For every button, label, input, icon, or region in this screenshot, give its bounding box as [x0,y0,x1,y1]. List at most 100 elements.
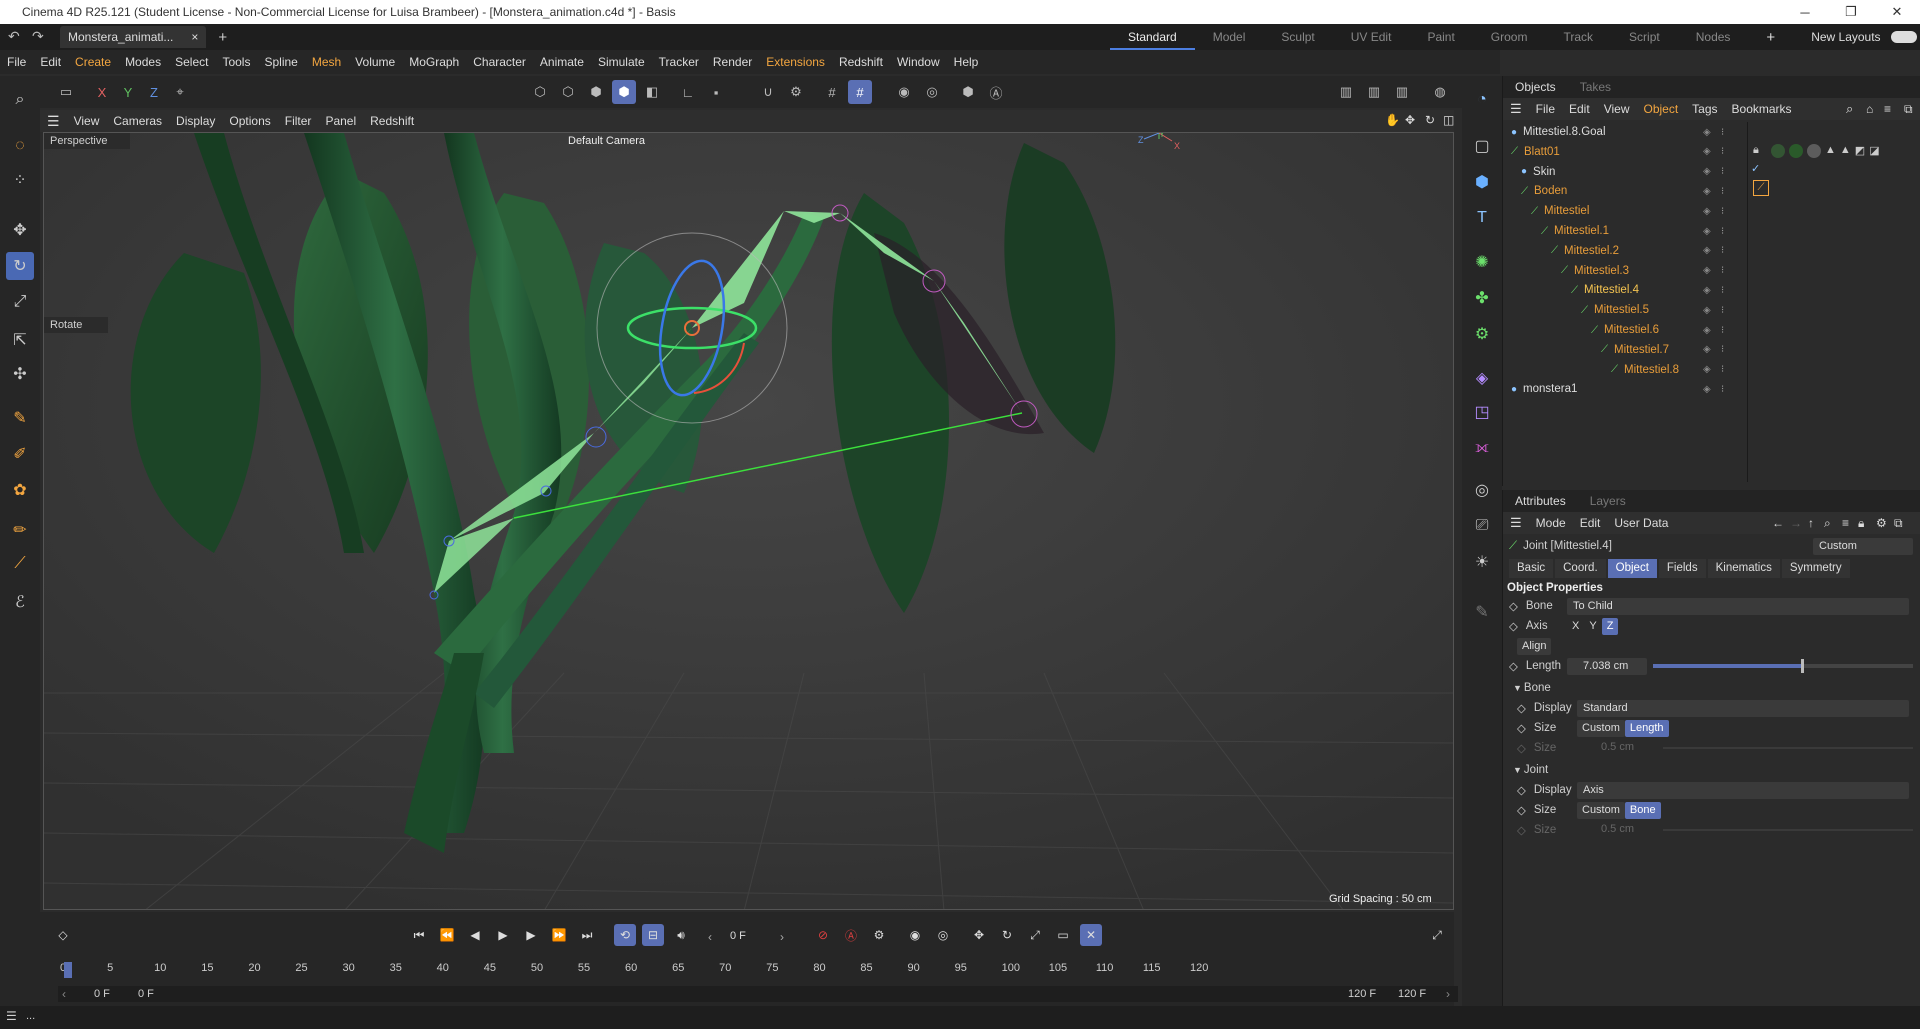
new-layouts-button[interactable]: New Layouts [1793,30,1898,44]
material-tag-icon[interactable] [1771,144,1785,158]
objects-search-icon[interactable]: ⌕ [1839,101,1860,117]
clapper-icon[interactable]: ▭ [54,80,78,104]
snap-tools-icon[interactable]: ✣ [6,360,34,388]
joint-group-heading[interactable]: Joint [1524,764,1548,776]
points-mode-icon[interactable]: ⬡ [528,80,552,104]
prev-key-icon[interactable]: ⏪ [436,924,458,946]
vp-menu-view[interactable]: View [67,114,107,128]
visibility-dots-icon[interactable]: ⁝ [1721,127,1724,138]
hamburger-icon[interactable]: ☰ [40,113,67,130]
object-name[interactable]: Mittestiel.8 [1624,364,1679,376]
document-tab[interactable]: Monstera_animati... × [60,26,207,48]
bone-size-custom-toggle[interactable]: Custom [1577,720,1625,737]
magnet-icon[interactable]: ∪ [756,80,780,104]
model-mode-icon[interactable]: ⬢ [612,80,636,104]
close-button[interactable]: ✕ [1874,0,1920,24]
maximize-view-icon[interactable]: ◫ [1436,113,1461,127]
vp-menu-redshift[interactable]: Redshift [363,114,421,128]
visibility-dots-icon[interactable]: ⁝ [1721,166,1724,177]
move-icon[interactable]: ✥ [6,216,34,244]
layout-script[interactable]: Script [1611,30,1678,44]
coordinate-system-icon[interactable]: ⌖ [168,80,192,104]
new-layouts-toggle[interactable] [1890,31,1917,43]
axis-y-toggle[interactable]: Y [1584,618,1601,635]
material-tag-icon[interactable] [1789,144,1803,158]
layer-icon[interactable]: ◈ [1703,285,1711,296]
add-layout-icon[interactable]: + [1748,29,1793,46]
uv-mode-icon[interactable]: ▪ [704,80,728,104]
display-tag-icon[interactable]: ◩ [1855,144,1865,158]
edit-icon[interactable]: ✎ [1468,598,1496,626]
spline-pen-icon[interactable]: ✎ [6,404,34,432]
timeline-expand-icon[interactable]: ⤢ [1426,924,1448,946]
range-bar[interactable]: ‹ 0 F 0 F 120 F 120 F › [58,986,1458,1002]
visibility-dots-icon[interactable]: ⁝ [1721,186,1724,197]
visibility-dots-icon[interactable]: ⁝ [1721,364,1724,375]
object-name[interactable]: Mittestiel.8.Goal [1523,126,1605,138]
layer-icon[interactable]: ◈ [1703,265,1711,276]
light-icon[interactable]: ☀ [1468,548,1496,576]
length-field[interactable]: 7.038 cm [1567,658,1647,675]
keyframe-diamond-icon[interactable]: ◇ [1509,659,1518,673]
preview-start-field[interactable]: 0 F [138,988,154,1000]
camera-icon[interactable]: ⎚ [1468,512,1496,540]
object-name[interactable]: Boden [1534,185,1567,197]
brush-icon[interactable]: ✏ [6,516,34,544]
live-selection-icon[interactable]: ◌ [6,132,34,160]
cube-outline-icon[interactable]: ▢ [1468,132,1496,160]
soft-selection-icon[interactable]: ◉ [892,80,916,104]
vp-menu-cameras[interactable]: Cameras [106,114,169,128]
tag-icon[interactable]: ◈ [1468,364,1496,392]
keyframe-diamond-icon[interactable]: ◇ [1517,783,1526,797]
attributes-new-window-icon[interactable]: ⧉ [1887,516,1910,531]
objects-filter-icon[interactable]: ≡ [1877,102,1898,116]
render-view-icon[interactable]: ▥ [1334,80,1358,104]
object-name[interactable]: Skin [1533,166,1555,178]
transfer-icon[interactable]: ⇱ [6,326,34,354]
length-slider[interactable] [1653,659,1913,673]
vp-menu-panel[interactable]: Panel [318,114,363,128]
object-row[interactable]: ⟋ Boden ⁝ ◈ [1503,181,1920,201]
sketch-icon[interactable]: ✐ [6,440,34,468]
viewport[interactable]: Perspective Default Camera Rotate Y X Z … [43,132,1454,910]
deformer-icon[interactable]: ⚙ [1468,320,1496,348]
object-name[interactable]: Mittestiel [1544,205,1589,217]
param-key-icon[interactable]: ▭ [1052,924,1074,946]
object-name[interactable]: Mittestiel.4 [1584,284,1639,296]
environment-icon[interactable]: ◎ [1468,476,1496,504]
object-row[interactable]: ⟋ Mittestiel.7 ⁝ ◈ [1503,340,1920,360]
bone-display-dropdown[interactable]: Standard [1577,700,1909,717]
key-mode-icon[interactable]: ◎ [932,924,954,946]
render-settings-icon[interactable]: ▥ [1390,80,1414,104]
menu-mograph[interactable]: MoGraph [402,55,466,69]
layout-model[interactable]: Model [1195,30,1264,44]
visibility-dots-icon[interactable]: ⁝ [1721,146,1724,157]
layer-icon[interactable]: ◈ [1703,245,1711,256]
object-row[interactable]: ● Mittestiel.8.Goal ⁝ ◈ [1503,122,1920,142]
objects-hamburger-icon[interactable]: ☰ [1503,101,1529,117]
object-row[interactable]: ⟋ Mittestiel.1 ⁝ ◈ [1503,221,1920,241]
keyframe-icon[interactable]: ◇ [52,924,74,946]
tab-objects[interactable]: Objects [1503,80,1568,94]
visibility-dots-icon[interactable]: ⁝ [1721,344,1724,355]
length-slider-handle[interactable] [1801,659,1805,673]
knife-icon[interactable]: ⟋ [6,550,34,578]
attribute-icon[interactable]: Ⓐ [984,80,1008,104]
visibility-dots-icon[interactable]: ⁝ [1721,226,1724,237]
menu-edit[interactable]: Edit [33,55,68,69]
bone-size-length-toggle[interactable]: Length [1624,720,1669,737]
om-menu-tags[interactable]: Tags [1685,102,1724,116]
object-row[interactable]: ⟋ Mittestiel.4 ⁝ ◈ [1503,280,1920,300]
close-tab-icon[interactable]: × [191,30,198,44]
redshift-icon[interactable]: ◍ [1428,80,1452,104]
lock-tag-icon[interactable]: 🔒︎ [1753,144,1767,158]
objects-new-window-icon[interactable]: ⧉ [1897,102,1920,117]
object-row[interactable]: ⟋ Mittestiel.3 ⁝ ◈ [1503,261,1920,281]
menu-spline[interactable]: Spline [257,55,304,69]
cube-icon[interactable]: ⬢ [1468,168,1496,196]
menu-create[interactable]: Create [68,55,118,69]
layout-sculpt[interactable]: Sculpt [1263,30,1332,44]
visibility-dots-icon[interactable]: ⁝ [1721,245,1724,256]
layer-icon[interactable]: ◈ [1703,166,1711,177]
attributes-hamburger-icon[interactable]: ☰ [1503,515,1529,531]
